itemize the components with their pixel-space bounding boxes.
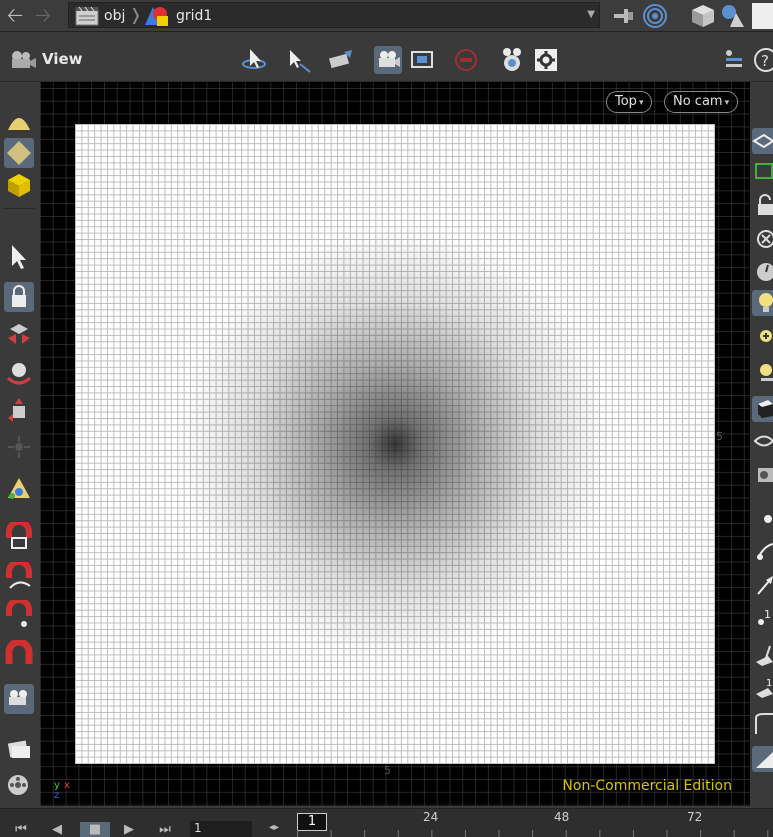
snapshot-stack-icon[interactable] — [4, 734, 34, 764]
scene-viewport[interactable]: Top ▾ No cam ▾ 5 5 y x z Non-Commercial Ed… — [40, 82, 750, 806]
camera-menu[interactable]: No cam ▾ — [664, 91, 739, 113]
wireframe-layer-icon[interactable] — [752, 128, 773, 154]
crumb-grid1-label: grid1 — [176, 8, 213, 24]
crumb-grid1[interactable]: grid1 — [143, 6, 212, 26]
light-bulb-icon[interactable] — [752, 290, 773, 316]
profile-curve-icon[interactable] — [752, 710, 773, 736]
pane-tab-icon[interactable] — [752, 3, 773, 29]
primitive-normal-icon[interactable] — [752, 642, 773, 668]
magnet-curve-icon[interactable] — [4, 562, 34, 592]
clapboard-network-icon — [75, 6, 99, 26]
scale-tool-icon[interactable] — [4, 396, 34, 426]
toolbar-divider — [3, 208, 35, 209]
chevron-down-icon: ▾ — [724, 98, 730, 108]
back-arrow-icon[interactable]: 🡠 — [2, 4, 28, 26]
crumb-separator: ❭ — [129, 5, 143, 24]
stop-icon[interactable]: ■ — [80, 822, 110, 837]
svg-text:?: ? — [761, 52, 769, 70]
curve-handle-icon[interactable] — [752, 538, 773, 564]
add-light-icon[interactable] — [752, 326, 773, 352]
path-field[interactable]: obj ❭ grid1 ▼ — [68, 2, 600, 28]
target-rings-icon[interactable] — [642, 3, 668, 29]
disabled-circle-icon[interactable] — [452, 46, 480, 74]
geometry-shapes-icon — [145, 7, 168, 26]
vector-arrow-icon[interactable] — [752, 572, 773, 598]
primitive-number-icon[interactable]: 1 — [752, 674, 773, 700]
jump-to-end-icon[interactable]: ⏭ — [150, 822, 180, 837]
timeline-tick-label: 24 — [423, 810, 439, 824]
network-path-bar: 🡠 🡢 obj ❭ grid1 ▼ — [0, 0, 773, 32]
timeline-tick-label: 48 — [554, 810, 570, 824]
visibility-eye-icon[interactable] — [752, 428, 773, 454]
camera-menu-label: No cam — [673, 94, 723, 109]
play-reverse-icon[interactable]: ◀ — [42, 822, 72, 837]
help-icon[interactable]: ? — [752, 46, 773, 74]
magnet-icon[interactable] — [4, 640, 34, 670]
chevron-down-icon[interactable]: ▼ — [587, 9, 595, 20]
view-projection-label: Top — [615, 94, 637, 109]
non-commercial-edition-label: Non-Commercial Edition — [562, 778, 732, 794]
add-light-down-icon[interactable] — [752, 360, 773, 386]
rotate-tool-icon[interactable] — [4, 358, 34, 388]
cube-icon[interactable] — [690, 3, 716, 29]
chevron-down-icon: ▾ — [638, 98, 644, 108]
render-camera-icon[interactable] — [498, 46, 526, 74]
grid-geometry — [75, 124, 715, 764]
timeline-tick-label: 72 — [687, 810, 703, 824]
view-projection-menu[interactable]: Top ▾ — [606, 91, 653, 113]
playbar-timeline: ⏮ ◀ ■ ▶ ⏭ 1 ◂▸ 1 24 48 72 — [0, 808, 773, 837]
timeline-ruler[interactable] — [297, 830, 773, 837]
pin-icon[interactable] — [610, 3, 636, 29]
play-forward-icon[interactable]: ▶ — [114, 822, 144, 837]
crumb-obj[interactable]: obj — [75, 6, 125, 26]
view-tool-icon[interactable] — [240, 46, 268, 74]
unlock-icon[interactable] — [752, 192, 773, 218]
display-options-gear-icon[interactable] — [532, 46, 560, 74]
viewer-toolbar: View ? — [0, 38, 773, 82]
point-dot-icon[interactable] — [752, 506, 773, 532]
dim-tool-icon[interactable] — [4, 432, 34, 462]
camera-view-icon[interactable] — [374, 46, 402, 74]
transform-handle-icon[interactable] — [4, 474, 34, 504]
crumb-obj-label: obj — [104, 8, 126, 24]
step-frame-icon[interactable]: ◂▸ — [256, 822, 292, 837]
move-tool-icon[interactable] — [4, 320, 34, 350]
gauge-icon[interactable] — [752, 258, 773, 284]
select-pointer-icon[interactable] — [4, 242, 34, 272]
left-tool-shelf — [0, 82, 38, 808]
layout-options-icon[interactable] — [720, 46, 748, 74]
axis-gnomon: y x z — [52, 780, 74, 802]
camera-tool-icon[interactable] — [4, 684, 34, 714]
forward-arrow-icon[interactable]: 🡢 — [30, 4, 56, 26]
magnet-point-icon[interactable] — [4, 600, 34, 630]
current-frame-marker[interactable]: 1 — [297, 813, 327, 831]
point-number-icon[interactable]: 1 — [752, 604, 773, 630]
close-circle-icon[interactable] — [752, 226, 773, 252]
flipbook-reel-icon[interactable] — [4, 770, 34, 800]
viewer-title: View — [42, 50, 83, 68]
jump-to-start-icon[interactable]: ⏮ — [6, 822, 36, 837]
handle-tool-icon[interactable] — [326, 46, 354, 74]
select-arrow-icon[interactable] — [284, 46, 312, 74]
lock-select-icon[interactable] — [4, 282, 34, 312]
surface-arrow-icon[interactable] — [752, 746, 773, 772]
svg-text:1: 1 — [766, 678, 772, 689]
uv-curve-icon[interactable] — [752, 158, 773, 184]
render-box-icon[interactable] — [752, 462, 773, 488]
scene-materials-icon[interactable] — [720, 3, 746, 29]
axis-z-label: z — [54, 790, 60, 801]
magnet-grid-icon[interactable] — [4, 522, 34, 552]
axis-tick-label-right: 5 — [716, 430, 723, 443]
select-diamond-icon[interactable] — [4, 138, 34, 168]
axis-x-label: x — [64, 780, 70, 791]
viewport-display-icon[interactable] — [408, 46, 436, 74]
right-display-shelf: 1 1 — [750, 82, 773, 808]
shaded-cone-icon[interactable] — [4, 106, 34, 136]
object-cube-icon[interactable] — [4, 170, 34, 200]
axis-tick-label-bottom: 5 — [384, 764, 391, 777]
frame-input[interactable]: 1 — [190, 821, 252, 837]
viewer-camera-icon[interactable] — [8, 48, 38, 72]
shaded-box-icon[interactable] — [752, 396, 773, 422]
svg-text:1: 1 — [764, 608, 771, 621]
